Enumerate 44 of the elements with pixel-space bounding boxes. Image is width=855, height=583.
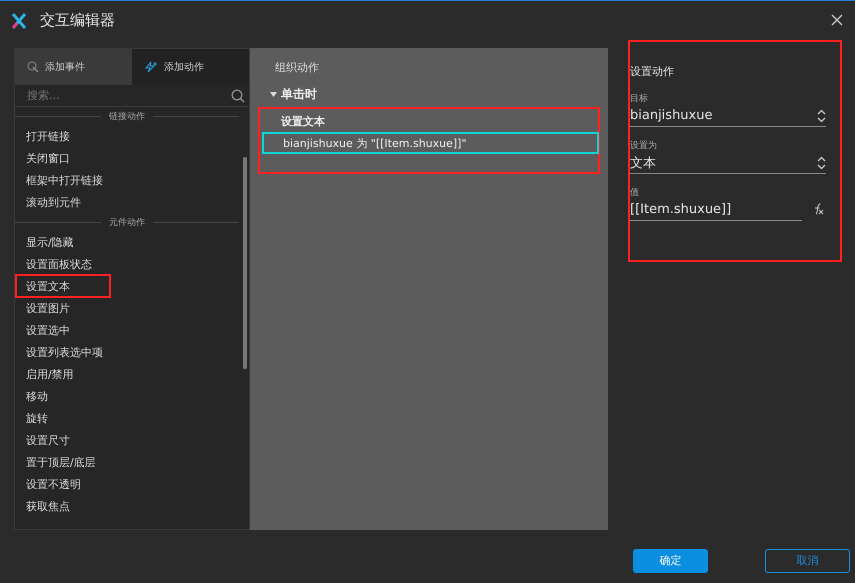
action-item[interactable]: 获取焦点 xyxy=(15,495,239,517)
lightning-plus-icon xyxy=(144,61,158,73)
window-title: 交互编辑器 xyxy=(40,11,115,30)
action-detail[interactable]: bianjishuxue 为 "[[Item.shuxue]]" xyxy=(262,132,599,154)
action-item[interactable]: 设置列表选中项 xyxy=(15,341,239,363)
action-item[interactable]: 显示/隐藏 xyxy=(15,231,239,253)
action-item[interactable]: 设置面板状态 xyxy=(15,253,239,275)
panel-title: 设置动作 xyxy=(630,64,675,80)
action-item[interactable]: 移动 xyxy=(15,385,239,407)
search-icon xyxy=(231,88,245,102)
expand-triangle-icon[interactable] xyxy=(270,92,277,98)
tab[interactable]: 添加事件 xyxy=(15,49,132,85)
panel-title: 组织动作 xyxy=(274,60,320,76)
tab[interactable]: 添加动作 xyxy=(132,49,249,85)
confirm-button[interactable]: 确定 xyxy=(633,548,708,572)
target-select[interactable]: bianjishuxue xyxy=(630,105,826,127)
set-to-select[interactable]: 文本 xyxy=(630,152,826,174)
action-item[interactable]: 设置选中 xyxy=(15,319,239,341)
action-item[interactable]: 框架中打开链接 xyxy=(15,169,239,191)
section-heading: 元件动作 xyxy=(109,216,145,228)
action-item[interactable]: 设置尺寸 xyxy=(15,429,239,451)
app-logo-icon xyxy=(12,12,26,28)
action-item[interactable]: 旋转 xyxy=(15,407,239,429)
value-field[interactable]: [[Item.shuxue]] xyxy=(630,199,802,221)
section-heading: 链接动作 xyxy=(109,110,145,122)
field-label: 设置为 xyxy=(630,140,658,152)
action-item[interactable]: 打开链接 xyxy=(15,125,239,147)
action-item[interactable]: 设置文本 xyxy=(16,275,110,297)
cancel-button[interactable]: 取消 xyxy=(765,548,850,572)
field-label: 值 xyxy=(630,187,640,199)
action-item[interactable]: 关闭窗口 xyxy=(15,147,239,169)
action-item[interactable]: 设置不透明 xyxy=(15,473,239,495)
action-item[interactable]: 设置图片 xyxy=(15,297,239,319)
up-down-chevron-icon xyxy=(817,156,826,170)
up-down-chevron-icon xyxy=(817,108,826,122)
action-title: 设置文本 xyxy=(280,114,326,130)
action-item[interactable]: 启用/禁用 xyxy=(15,363,239,385)
event-label: 单击时 xyxy=(281,86,317,103)
field-label: 目标 xyxy=(630,92,649,105)
scrollbar-thumb[interactable] xyxy=(243,157,247,369)
search-field[interactable]: 搜索... xyxy=(25,88,231,103)
action-item[interactable]: 滚动到元件 xyxy=(15,191,239,213)
action-item[interactable]: 置于顶层/底层 xyxy=(15,451,239,473)
function-icon[interactable] xyxy=(812,202,824,218)
